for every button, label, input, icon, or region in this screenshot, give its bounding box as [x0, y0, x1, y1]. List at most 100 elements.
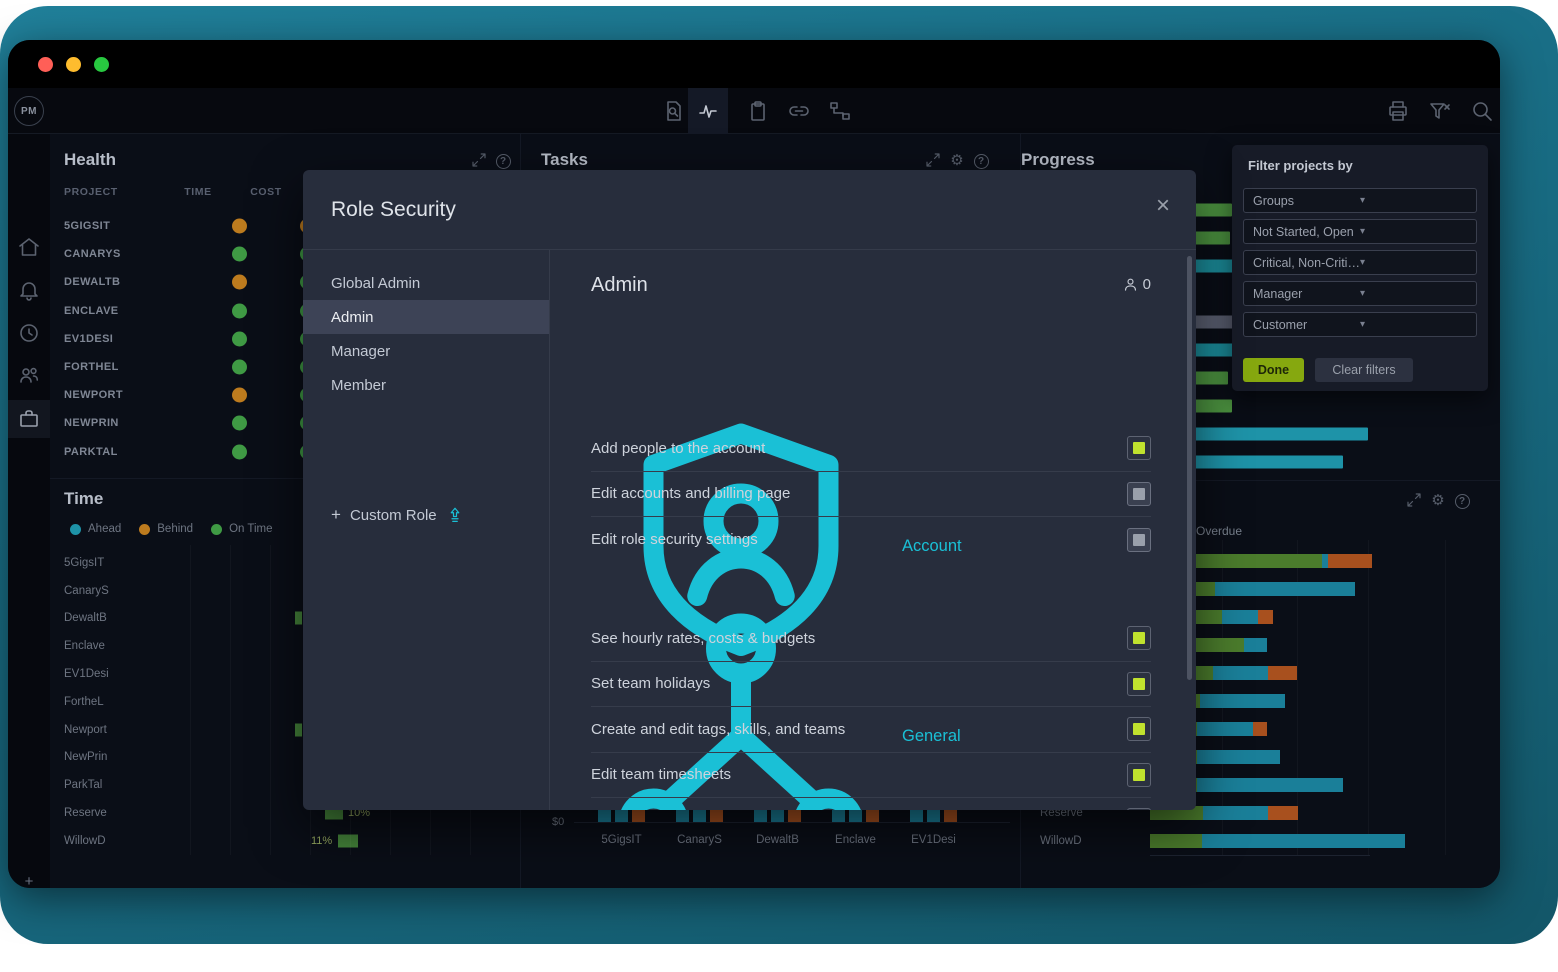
add-custom-role-button[interactable]: + Custom Role	[331, 505, 464, 525]
time-status-dot	[232, 331, 247, 347]
health-panel-title: Health	[64, 150, 116, 169]
project-name: DewaltB	[64, 612, 107, 625]
tasks-axis-zero: $0	[552, 816, 565, 828]
permission-checkbox[interactable]	[1127, 671, 1151, 696]
bar-segment	[1203, 806, 1268, 820]
project-name: Reserve	[64, 807, 107, 820]
gridline	[270, 545, 271, 855]
settings-gear-icon[interactable]: ⚙	[948, 151, 966, 169]
time-status-dot	[232, 444, 247, 460]
bar-segment	[1222, 610, 1258, 624]
clear-filter-icon[interactable]	[1428, 99, 1452, 123]
settings-gear-icon[interactable]: ⚙	[1429, 491, 1447, 509]
time-status-dot	[232, 246, 247, 262]
permission-row: Approve timesheets	[591, 798, 1151, 810]
add-icon[interactable]: +	[17, 869, 41, 889]
role-list-item[interactable]: Admin	[303, 300, 549, 334]
project-name: Newport	[64, 723, 107, 736]
maximize-window-button[interactable]	[94, 57, 109, 72]
time-bar-segment	[295, 723, 302, 737]
general-permissions: See hourly rates, costs & budgets Set tea…	[591, 616, 1151, 810]
filter-dropdown[interactable]: Manager ▾	[1243, 281, 1477, 306]
print-icon[interactable]	[1386, 99, 1410, 123]
permission-checkbox[interactable]	[1127, 436, 1151, 461]
project-name: FortheL	[64, 695, 104, 708]
modal-header: Role Security ×	[303, 170, 1196, 250]
expand-icon[interactable]	[1405, 491, 1423, 509]
permission-label: Edit role security settings	[591, 531, 758, 549]
filter-dropdown[interactable]: Customer ▾	[1243, 312, 1477, 337]
filter-dropdown[interactable]: Critical, Non-Critical, Very Impor...▾	[1243, 250, 1477, 275]
permission-row: Set team holidays	[591, 662, 1151, 707]
close-window-button[interactable]	[38, 57, 53, 72]
roles-list: Global Admin Admin Manager Member	[303, 266, 549, 402]
bar-segment	[1215, 582, 1355, 596]
project-name: FORTHEL	[64, 361, 119, 374]
home-icon[interactable]	[17, 235, 41, 259]
time-status-dot	[232, 359, 247, 375]
dropdown-value: Not Started, Open	[1253, 224, 1354, 239]
expand-icon[interactable]	[924, 151, 942, 169]
project-name: DEWALTB	[64, 276, 121, 289]
modal-scrollbar[interactable]	[1187, 256, 1192, 680]
chevron-down-icon: ▾	[1360, 195, 1366, 206]
help-icon[interactable]: ?	[494, 152, 512, 170]
link-icon[interactable]	[787, 99, 811, 123]
project-name: NewPrin	[64, 751, 108, 764]
notifications-bell-icon[interactable]	[17, 278, 41, 302]
permission-checkbox[interactable]	[1127, 762, 1151, 787]
help-icon[interactable]: ?	[1453, 492, 1471, 510]
bar-segment	[1253, 722, 1267, 736]
filter-popover: Filter projects by Groups ▾ Not Started, O…	[1232, 145, 1488, 391]
permission-checkbox[interactable]	[1127, 527, 1151, 552]
progress-chart-row	[1150, 448, 1490, 476]
bar-segment	[1197, 722, 1253, 736]
legend-label: Behind	[157, 523, 194, 535]
permission-checkbox[interactable]	[1127, 481, 1151, 506]
filter-dropdown[interactable]: Groups ▾	[1243, 188, 1477, 213]
time-status-dot	[232, 387, 247, 403]
help-icon[interactable]: ?	[972, 152, 990, 170]
permission-checkbox[interactable]	[1127, 717, 1151, 742]
app-window: PM + Health ? PROJECT TIME COST 5GIGSIT …	[8, 40, 1500, 888]
bar-segment	[1150, 834, 1202, 848]
clear-filters-button[interactable]: Clear filters	[1315, 358, 1413, 382]
checkbox-fill	[1133, 768, 1145, 781]
column-header: PROJECT	[64, 186, 118, 198]
project-name: EV1DESI	[64, 332, 114, 345]
category-label: EV1Desi	[911, 834, 956, 846]
clipboard-icon[interactable]	[746, 99, 770, 123]
role-list-item[interactable]: Global Admin	[303, 266, 549, 300]
schedule-clock-icon[interactable]	[17, 321, 41, 345]
role-list-item[interactable]: Manager	[303, 334, 549, 368]
people-icon[interactable]	[17, 363, 41, 387]
filter-dropdown[interactable]: Not Started, Open ▾	[1243, 219, 1477, 244]
minimize-window-button[interactable]	[66, 57, 81, 72]
category-label: DewaltB	[756, 834, 799, 846]
custom-role-label: Custom Role	[349, 506, 437, 524]
time-status-dot	[232, 274, 247, 290]
permission-label: See hourly rates, costs & budgets	[591, 629, 816, 647]
done-button[interactable]: Done	[1243, 358, 1304, 382]
workflow-icon[interactable]	[828, 99, 852, 123]
permission-checkbox[interactable]	[1127, 626, 1151, 651]
search-icon[interactable]	[1470, 99, 1494, 123]
permission-row: Add people to the account	[591, 426, 1151, 472]
expand-icon[interactable]	[470, 151, 488, 169]
activity-icon[interactable]	[696, 99, 720, 123]
role-user-count: 0	[1122, 276, 1151, 293]
bar-segment	[1328, 554, 1372, 568]
category-label: CanaryS	[677, 834, 722, 846]
legend-dot	[211, 523, 223, 535]
audit-search-icon[interactable]	[661, 99, 685, 123]
chevron-down-icon: ▾	[1360, 288, 1366, 299]
window-titlebar	[8, 40, 1500, 88]
projects-briefcase-icon[interactable]	[17, 407, 41, 431]
project-name: ParkTal	[64, 779, 103, 792]
time-bar-segment	[338, 834, 358, 848]
close-icon[interactable]: ×	[1156, 194, 1170, 218]
pm-logo[interactable]: PM	[14, 96, 44, 126]
role-list-item[interactable]: Member	[303, 368, 549, 402]
checkbox-fill	[1133, 533, 1145, 546]
permission-checkbox[interactable]	[1127, 808, 1151, 810]
